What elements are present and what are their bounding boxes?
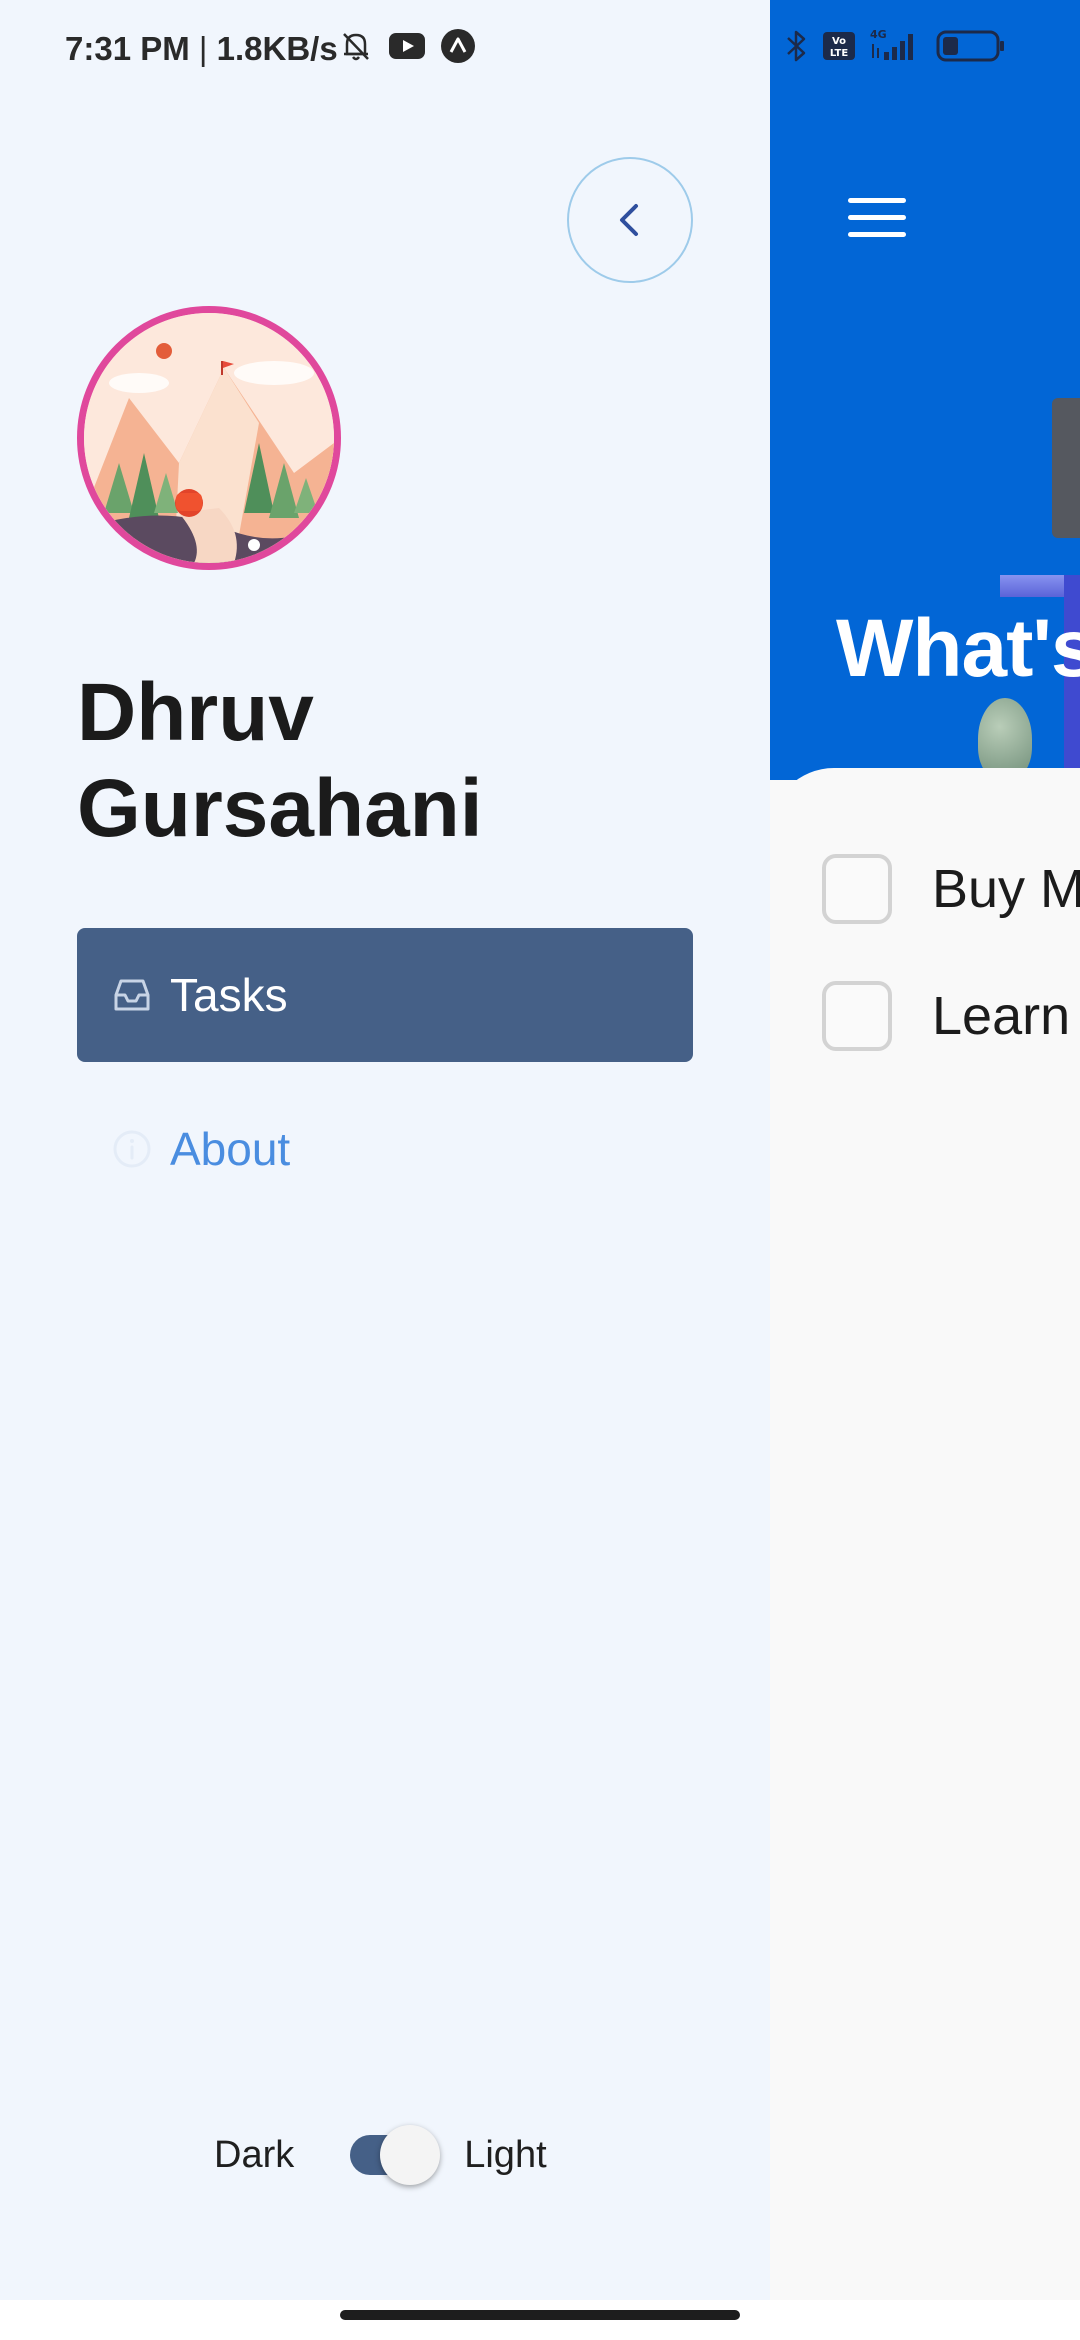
nav-item-label: Tasks <box>170 969 288 1021</box>
volte-icon: Vo LTE <box>823 32 855 60</box>
theme-switch[interactable] <box>350 2125 441 2185</box>
theme-dark-label: Dark <box>214 2133 295 2176</box>
svg-text:4G: 4G <box>870 28 887 41</box>
task-sheet: Buy Mo Learn <box>770 768 1080 2300</box>
avatar <box>77 306 341 570</box>
youtube-icon <box>389 33 425 59</box>
nav-item-tasks[interactable]: Tasks <box>77 928 693 1062</box>
main-app-panel[interactable]: What's Buy Mo Learn <box>770 0 1080 2300</box>
task-label: Buy Mo <box>932 859 1080 919</box>
clock-text: 7:31 PM <box>65 30 190 67</box>
inbox-tray-icon <box>114 979 150 1011</box>
battery-icon <box>936 30 1004 62</box>
bluetooth-icon <box>787 30 806 62</box>
nav-item-about[interactable]: About <box>77 1082 693 1216</box>
home-indicator[interactable] <box>340 2310 740 2320</box>
header-title: What's <box>836 603 1080 694</box>
svg-text:Vo: Vo <box>832 36 846 47</box>
navigation-bar <box>0 2300 1080 2340</box>
task-checkbox[interactable] <box>822 854 892 924</box>
nav-item-label: About <box>170 1123 291 1175</box>
bell-off-icon <box>343 33 369 61</box>
status-icons-left <box>338 28 476 64</box>
signal-4g-icon: 4G <box>870 28 913 60</box>
theme-toggle: Dark Light <box>214 2120 547 2190</box>
header-illustration-block <box>1052 398 1080 538</box>
navigation-drawer: Dhruv Gursahani Tasks About Dark Light <box>0 0 770 2300</box>
main-header: What's <box>770 0 1080 780</box>
svg-text:LTE: LTE <box>830 48 849 59</box>
theme-light-label: Light <box>464 2133 547 2176</box>
app-notification-icon <box>441 29 475 63</box>
switch-thumb[interactable] <box>380 2125 441 2185</box>
task-item[interactable]: Learn <box>822 981 1070 1051</box>
task-label: Learn <box>932 986 1071 1046</box>
status-time: 7:31 PM | 1.8KB/s <box>65 30 338 68</box>
user-name: Dhruv Gursahani <box>77 667 483 854</box>
status-bar: 7:31 PM | 1.8KB/s Vo LTE 4G <box>0 0 1080 100</box>
task-checkbox[interactable] <box>822 981 892 1051</box>
close-drawer-button[interactable] <box>567 157 693 283</box>
screen: What's Buy Mo Learn <box>0 0 1080 2340</box>
status-separator: | <box>198 30 208 67</box>
info-icon <box>113 1130 151 1168</box>
task-item[interactable]: Buy Mo <box>822 854 1080 924</box>
status-icons-right: Vo LTE 4G <box>784 28 1006 64</box>
chevron-left-icon <box>620 204 638 236</box>
hamburger-menu-icon[interactable] <box>848 198 906 242</box>
network-speed: 1.8KB/s <box>216 30 338 67</box>
